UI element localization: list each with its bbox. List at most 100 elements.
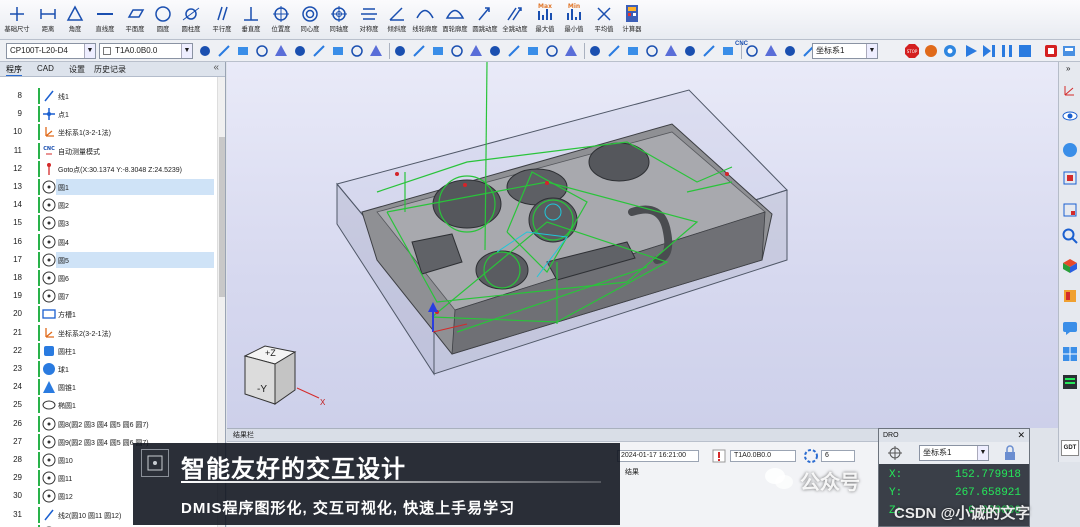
program-row[interactable]: 8 线1 (0, 87, 218, 105)
tab-cad[interactable]: CAD (37, 64, 54, 73)
column-tool-icon[interactable] (721, 44, 735, 58)
chain-tool-icon[interactable] (702, 44, 716, 58)
end-icon[interactable] (1018, 44, 1032, 58)
sphere-view-icon[interactable] (1062, 142, 1078, 158)
projection-tool-icon[interactable] (412, 44, 426, 58)
calculator-button[interactable]: 计算器 (617, 2, 647, 38)
program-row[interactable]: 22 圆柱1 (0, 342, 218, 360)
program-row[interactable]: 13 圆1 (0, 178, 218, 196)
close-icon[interactable]: ✕ (1017, 429, 1025, 442)
program-row[interactable]: 14 圆2 (0, 196, 218, 214)
record-icon[interactable] (924, 44, 938, 58)
dro-coordinate-select[interactable]: 坐标系1 ▼ (919, 445, 989, 461)
probe-tool-icon[interactable] (526, 44, 540, 58)
angle-button[interactable]: 角度 (60, 2, 90, 38)
refresh-icon[interactable] (803, 448, 819, 464)
annotation-icon[interactable] (1062, 320, 1078, 336)
max-button[interactable]: Max 最大值 (530, 2, 560, 38)
offset-tool-icon[interactable] (450, 44, 464, 58)
grid-icon[interactable] (1062, 346, 1078, 362)
program-row[interactable]: 26 圆8(圆2 圆3 圆4 圆5 圆6 圆7) (0, 415, 218, 433)
cylinder-tool-icon[interactable] (274, 44, 288, 58)
program-row[interactable]: 24 圆锥1 (0, 378, 218, 396)
cnc-tool-icon[interactable] (783, 44, 797, 58)
dro-toggle-icon[interactable] (1062, 374, 1078, 390)
tab-settings[interactable]: 设置 (69, 64, 85, 75)
collapse-panel-icon[interactable]: « (213, 62, 219, 73)
program-row[interactable]: 25 椭圆1 (0, 396, 218, 414)
ellipse-tool-icon[interactable] (393, 44, 407, 58)
cad-tool-icon[interactable] (507, 44, 521, 58)
tip-select[interactable]: T1A0.0B0.0 ▼ (99, 43, 193, 59)
cad-viewport[interactable]: +Z -Y X (227, 62, 1058, 428)
cone-tool-icon[interactable] (312, 44, 326, 58)
torus-tool-icon[interactable] (331, 44, 345, 58)
line-tool-icon[interactable] (217, 44, 231, 58)
program-row[interactable]: 11 CNC 自动测量模式 (0, 142, 218, 160)
symmetry-button[interactable]: 对称度 (354, 2, 384, 38)
slot-tool-icon[interactable] (350, 44, 364, 58)
program-row[interactable]: 18 圆6 (0, 269, 218, 287)
view-cube[interactable] (237, 338, 347, 418)
distance-button[interactable]: 距离 (33, 2, 63, 38)
fit-view-icon[interactable] (1062, 170, 1078, 186)
scrollbar-thumb[interactable] (219, 137, 225, 297)
gdt-button[interactable]: GDT (1061, 440, 1079, 456)
surface-profile-button[interactable]: 面轮廓度 (440, 2, 470, 38)
zoom-icon[interactable] (1062, 228, 1078, 244)
part-model[interactable] (227, 62, 1058, 428)
frame-tool-icon[interactable] (764, 44, 778, 58)
tab-program[interactable]: 程序 (6, 64, 22, 76)
point-tool-icon[interactable] (198, 44, 212, 58)
angle-tool-icon[interactable] (488, 44, 502, 58)
distance-tool-icon[interactable] (469, 44, 483, 58)
stop-icon[interactable]: STOP (905, 44, 919, 58)
export-icon[interactable] (1062, 44, 1076, 58)
line-profile-button[interactable]: 线轮廓度 (410, 2, 440, 38)
section-icon[interactable] (1062, 288, 1078, 304)
circular-runout-button[interactable]: 圆跳动度 (470, 2, 500, 38)
position-button[interactable]: 位置度 (266, 2, 296, 38)
expand-icon[interactable]: » (1066, 64, 1070, 73)
program-row[interactable]: 9 点1 (0, 105, 218, 123)
show-hide-icon[interactable] (1062, 108, 1078, 124)
plane-tool-icon[interactable] (236, 44, 250, 58)
concentricity-button[interactable]: 同心度 (295, 2, 325, 38)
total-runout-button[interactable]: 全跳动度 (500, 2, 530, 38)
date-field[interactable]: 2024-01-17 16:21:00 (617, 450, 699, 462)
rotate-tool-icon[interactable] (545, 44, 559, 58)
angularity-button[interactable]: 倾斜度 (382, 2, 412, 38)
view-tool-icon[interactable] (588, 44, 602, 58)
flatness-button[interactable]: 平面度 (120, 2, 150, 38)
cylindricity-button[interactable]: 圆柱度 (176, 2, 206, 38)
circle-tool-icon[interactable] (255, 44, 269, 58)
view-axis-icon[interactable] (1062, 82, 1078, 98)
shaded-cube-icon[interactable] (1062, 258, 1078, 274)
intersect-tool-icon[interactable] (431, 44, 445, 58)
parallelism-button[interactable]: 平行度 (207, 2, 237, 38)
rectangle-tool-icon[interactable] (645, 44, 659, 58)
dro-target-icon[interactable] (887, 446, 903, 460)
average-button[interactable]: 平均值 (589, 2, 619, 38)
window-zoom-icon[interactable] (1062, 202, 1078, 218)
program-row[interactable]: 21 坐标系2(3-2-1法) (0, 324, 218, 342)
arrow-tool-icon[interactable] (626, 44, 640, 58)
coordinate-system-select[interactable]: 坐标系1 ▼ (812, 43, 878, 59)
program-row[interactable]: 16 圆4 (0, 233, 218, 251)
roundness-button[interactable]: 圆度 (148, 2, 178, 38)
program-row[interactable]: 19 圆7 (0, 287, 218, 305)
tab-history[interactable]: 历史记录 (94, 64, 126, 75)
count-field[interactable]: 6 (821, 450, 855, 462)
program-row[interactable]: 12 Goto点(X:30.1374 Y:-8.3048 Z:24.5239) (0, 160, 218, 178)
program-row[interactable]: 10 坐标系1(3-2-1法) (0, 123, 218, 141)
fitting-tool-icon[interactable] (664, 44, 678, 58)
program-row[interactable]: 23 球1 (0, 360, 218, 378)
perpendicularity-button[interactable]: 垂直度 (236, 2, 266, 38)
reset-icon[interactable] (1044, 44, 1058, 58)
coaxiality-button[interactable]: 同轴度 (324, 2, 354, 38)
min-button[interactable]: Min 最小值 (559, 2, 589, 38)
alert-icon[interactable] (712, 449, 726, 463)
measure-tool-icon[interactable] (607, 44, 621, 58)
play-icon[interactable] (964, 44, 978, 58)
sphere-tool-icon[interactable] (293, 44, 307, 58)
